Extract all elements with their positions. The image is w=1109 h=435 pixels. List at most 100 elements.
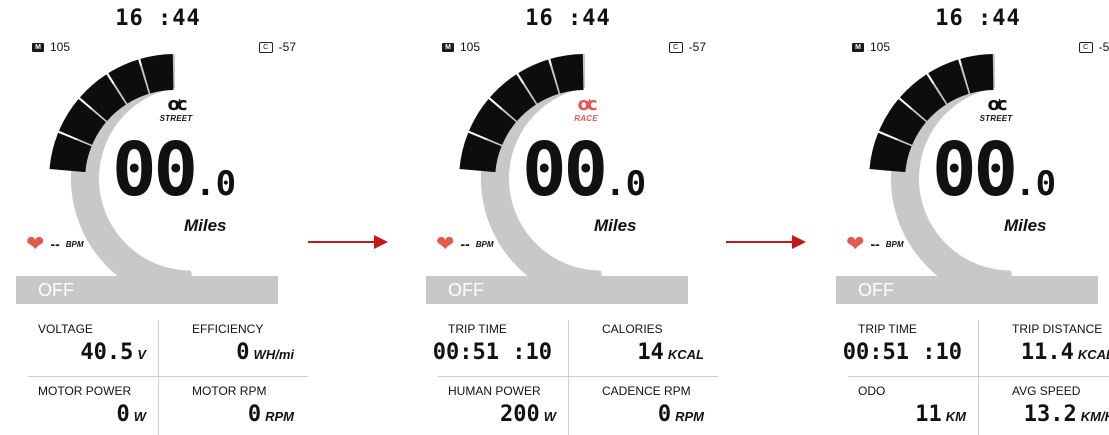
speed-unit: Miles [184,216,227,235]
stat-label: EFFICIENCY [192,322,264,336]
stat-value: 00:51 :10 [842,340,962,365]
ride-mode[interactable]: ơc STREET [146,94,206,124]
stat-cell: MOTOR RPM 0 RPM [158,372,308,434]
bike-logo-icon: ơc [577,94,597,115]
battery-m-icon: M [442,42,454,52]
heart-rate: ❤ -- BPM [846,231,904,256]
speed-main: 00 [932,127,1018,213]
clock: 16 :44 [935,6,1021,31]
transition-arrow-icon [308,235,388,249]
battery-m-icon: M [32,42,44,52]
display-screen: 16 :44 M 105 C -57 ơc RACE 00.0 Miles ❤ … [418,0,718,435]
heart-icon: ❤ [436,231,455,256]
stat-value: 0 RPM [247,402,294,427]
stat-cell: TRIP TIME 00:51 :10 [418,310,568,372]
assist-level-bar[interactable]: OFF [836,276,1098,304]
battery-c-indicator: C -57 [1078,40,1109,54]
battery-c-value: -57 [278,40,296,54]
heart-rate-value: -- [460,236,470,252]
stat-label: TRIP TIME [858,322,917,336]
transition-arrow-icon [726,235,806,249]
display-screen: 16 :44 M 105 C -57 ơc STREET 00.0 Miles … [8,0,308,435]
stat-cell: ODO 11 KM [828,372,978,434]
stat-label: VOLTAGE [38,322,93,336]
heart-icon: ❤ [846,231,865,256]
stat-cell: CADENCE RPM 0 RPM [568,372,718,434]
ride-mode-label: RACE [574,114,598,123]
heart-rate-value: -- [870,236,880,252]
heart-rate-unit: BPM [475,239,494,249]
stat-value: 13.2KM/H [1023,402,1109,427]
stat-value: 0W [116,402,146,427]
speed-unit: Miles [1004,216,1047,235]
stat-cell: MOTOR POWER 0W [8,372,158,434]
battery-m-icon: M [852,42,864,52]
stat-cell: VOLTAGE 40.5 V [8,310,158,372]
bike-logo-icon: ơc [987,94,1007,115]
speed-decimal: .0 [195,164,237,204]
stat-cell: HUMAN POWER 200 W [418,372,568,434]
stat-label: TRIP DISTANCE [1012,322,1103,336]
battery-c-value: -57 [688,40,706,54]
speed-decimal: .0 [1015,164,1057,204]
ride-mode[interactable]: ơc STREET [966,94,1026,124]
battery-c-icon: C [258,41,273,53]
battery-c-icon: C [668,41,683,53]
stat-label: MOTOR RPM [192,384,267,398]
stat-label: CALORIES [602,322,663,336]
speed-readout: 00.0 [522,130,658,210]
ride-mode[interactable]: ơc RACE [556,94,616,124]
stat-value: 200 W [499,402,556,427]
stat-value: 0 WH/mi [236,340,294,365]
stat-value: 11.4KCAL [1020,340,1109,365]
stat-value: 0 RPM [657,402,704,427]
stat-cell: TRIP DISTANCE 11.4KCAL [978,310,1109,372]
stat-value: 14 KCAL [637,340,704,365]
stats-grid: VOLTAGE 40.5 V EFFICIENCY 0 WH/mi MOTOR PO… [8,310,308,435]
stat-cell: CALORIES 14 KCAL [568,310,718,372]
stat-cell: TRIP TIME 00:51 :10 [828,310,978,372]
heart-rate: ❤ -- BPM [26,231,84,256]
clock: 16 :44 [525,6,611,31]
ride-mode-label: STREET [159,114,193,123]
battery-m-indicator: M 105 [32,40,70,54]
stat-cell: AVG SPEED 13.2KM/H [978,372,1109,434]
clock: 16 :44 [115,6,201,31]
ride-mode-label: STREET [979,114,1013,123]
speed-readout: 00.0 [932,130,1068,210]
battery-m-value: 105 [460,40,481,54]
speed-main: 00 [112,127,198,213]
stat-label: HUMAN POWER [448,384,541,398]
assist-level-bar[interactable]: OFF [16,276,278,304]
stat-label: MOTOR POWER [38,384,132,398]
stat-label: CADENCE RPM [602,384,691,398]
battery-c-indicator: C -57 [668,40,706,54]
speed-readout: 00.0 [112,130,248,210]
bike-logo-icon: ơc [167,94,187,115]
stat-label: AVG SPEED [1012,384,1081,398]
stat-value: 40.5 V [80,340,146,365]
battery-m-value: 105 [870,40,891,54]
heart-icon: ❤ [26,231,45,256]
heart-rate: ❤ -- BPM [436,231,494,256]
speed-main: 00 [522,127,608,213]
stat-value: 00:51 :10 [432,340,552,365]
stat-label: TRIP TIME [448,322,507,336]
battery-m-indicator: M 105 [852,40,890,54]
stat-value: 11 KM [915,402,966,427]
heart-rate-unit: BPM [885,239,904,249]
battery-m-value: 105 [50,40,71,54]
assist-level-bar[interactable]: OFF [426,276,688,304]
heart-rate-value: -- [50,236,60,252]
battery-c-icon: C [1078,41,1093,53]
speed-decimal: .0 [605,164,647,204]
battery-c-indicator: C -57 [258,40,296,54]
speed-unit: Miles [594,216,637,235]
stats-grid: TRIP TIME 00:51 :10 CALORIES 14 KCAL HUMA… [418,310,718,435]
heart-rate-unit: BPM [65,239,84,249]
stat-label: ODO [858,384,886,398]
battery-c-value: -57 [1098,40,1109,54]
stats-grid: TRIP TIME 00:51 :10 TRIP DISTANCE 11.4 KC… [828,310,1109,435]
battery-m-indicator: M 105 [442,40,480,54]
display-screen: 16 :44 M 105 C -57 ơc STREET 00.0 Miles … [828,0,1109,435]
